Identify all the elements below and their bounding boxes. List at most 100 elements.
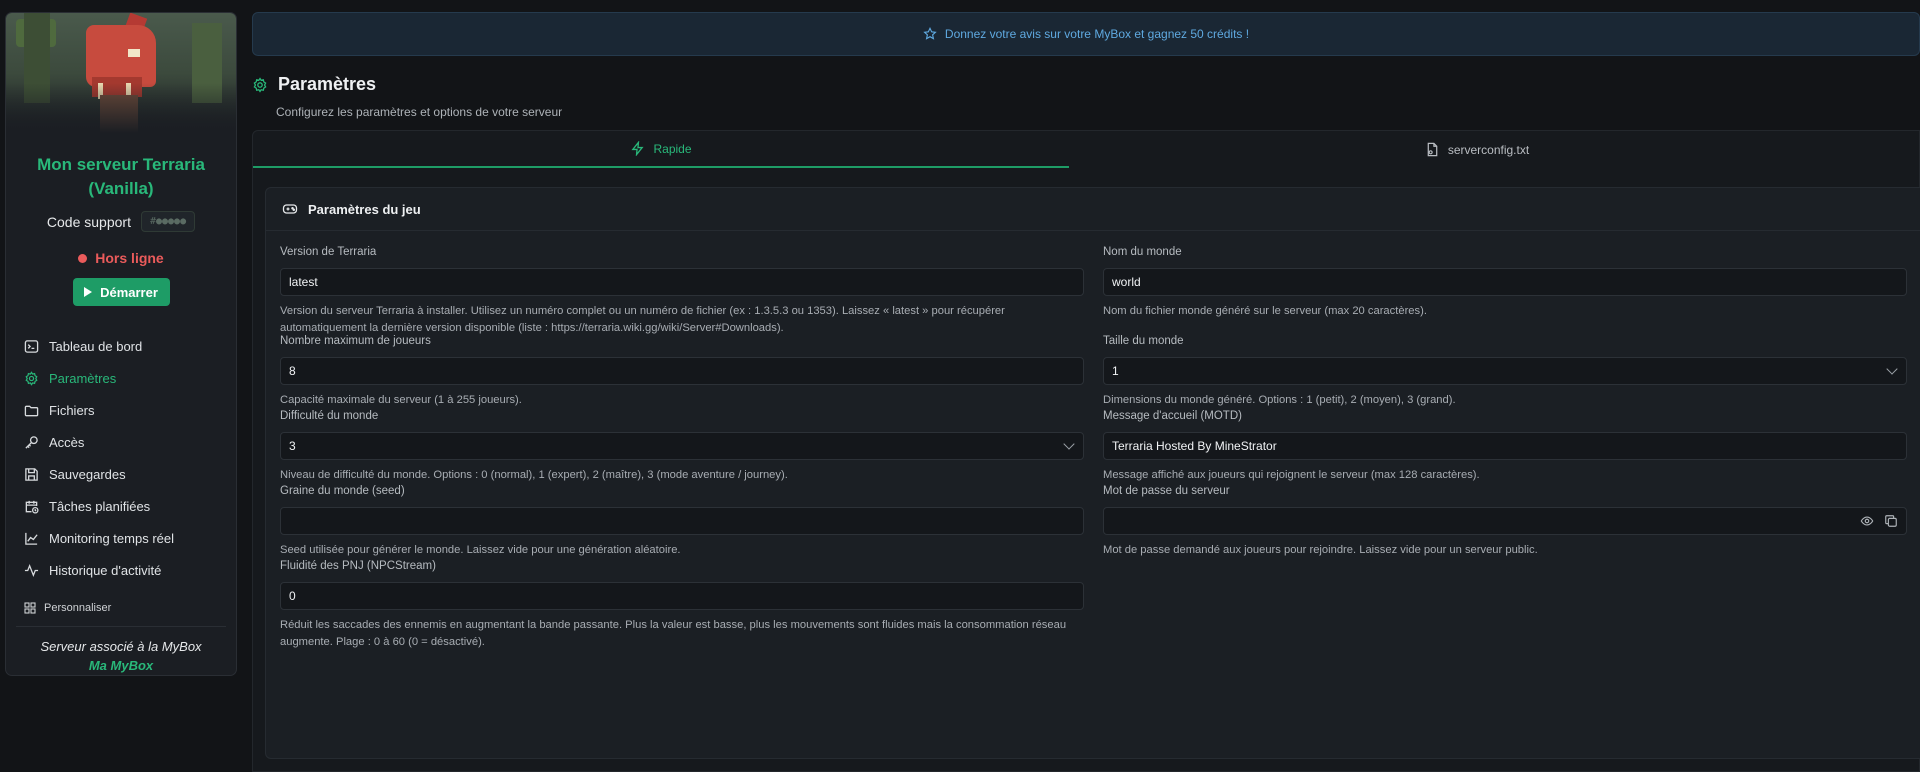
sidebar-item-monitoring[interactable]: Monitoring temps réel: [24, 522, 236, 554]
select-value: 1: [1112, 364, 1119, 378]
sidebar-divider: [16, 626, 226, 627]
tab-label: serverconfig.txt: [1447, 142, 1530, 157]
gamepad-icon: [282, 204, 298, 214]
password-actions: [1860, 514, 1898, 528]
field-label: Message d'accueil (MOTD): [1103, 410, 1242, 422]
lightning-icon: [631, 141, 645, 156]
sidebar-item-files[interactable]: Fichiers: [24, 394, 236, 426]
sidebar-item-label: Sauvegardes: [49, 466, 126, 482]
settings-tabs: Rapide serverconfig.txt: [253, 131, 1919, 168]
input-value: 0: [289, 589, 296, 603]
input-value: 8: [289, 364, 296, 378]
sidebar-item-label: Monitoring temps réel: [49, 530, 174, 546]
start-server-label: Démarrer: [100, 284, 158, 300]
sidebar-item-label: Tâches planifiées: [49, 498, 151, 514]
sidebar-item-label: Accès: [49, 434, 85, 450]
personalize-button[interactable]: Personnaliser: [6, 602, 236, 614]
page-subtitle: Configurez les paramètres et options de …: [276, 105, 563, 119]
sidebar: Mon serveur Terraria (Vanilla) Code supp…: [5, 12, 237, 676]
terraria-version-field: Version de Terraria latest Version du se…: [280, 246, 1084, 337]
terraria-version-input[interactable]: latest: [280, 268, 1084, 296]
play-icon: [84, 287, 93, 297]
copy-icon[interactable]: [1884, 514, 1898, 528]
eye-icon[interactable]: [1860, 514, 1874, 528]
feedback-banner-text: Donnez votre avis sur votre MyBox et gag…: [944, 27, 1250, 41]
calendar-clock-icon: [25, 500, 39, 514]
password-input[interactable]: [1103, 507, 1907, 535]
sidebar-item-activity-history[interactable]: Historique d'activité: [24, 554, 236, 586]
status-text: Hors ligne: [95, 250, 164, 266]
sidebar-item-dashboard[interactable]: Tableau de bord: [24, 330, 236, 362]
support-code-value[interactable]: #●●●●●: [140, 211, 196, 232]
field-help: Niveau de difficulté du monde. Options :…: [280, 469, 788, 481]
motd-input[interactable]: Terraria Hosted By MineStrator: [1103, 432, 1907, 460]
page-header: Paramètres Configurez les paramètres et …: [252, 74, 562, 119]
seed-input[interactable]: [280, 507, 1084, 535]
field-help: Dimensions du monde généré. Options : 1 …: [1103, 394, 1456, 406]
chevron-down-icon: [1886, 363, 1898, 375]
chevron-down-icon: [1063, 438, 1075, 450]
game-settings-section: Paramètres du jeu Version de Terraria la…: [265, 187, 1920, 759]
world-size-select[interactable]: 1: [1103, 357, 1907, 385]
feedback-banner[interactable]: Donnez votre avis sur votre MyBox et gag…: [252, 12, 1920, 56]
grid-icon: [24, 602, 36, 614]
page-title: Paramètres: [278, 74, 377, 94]
tab-label: Rapide: [653, 141, 692, 156]
field-help: Message affiché aux joueurs qui rejoigne…: [1103, 469, 1480, 481]
input-value: Terraria Hosted By MineStrator: [1112, 439, 1277, 453]
world-name-input[interactable]: world: [1103, 268, 1907, 296]
folder-icon: [24, 405, 39, 416]
sidebar-item-backups[interactable]: Sauvegardes: [24, 458, 236, 490]
sidebar-item-label: Historique d'activité: [49, 562, 162, 578]
tab-serverconfig[interactable]: serverconfig.txt: [1069, 131, 1885, 168]
gear-icon: [253, 76, 267, 93]
field-help: Nom du fichier monde généré sur le serve…: [1103, 305, 1427, 317]
star-icon: [923, 27, 937, 40]
tab-quick[interactable]: Rapide: [253, 131, 1069, 168]
sidebar-item-label: Fichiers: [49, 402, 95, 418]
server-status: Hors ligne: [6, 250, 236, 266]
start-server-button[interactable]: Démarrer: [72, 278, 170, 306]
world-size-field: Taille du monde 1 Dimensions du monde gé…: [1103, 335, 1907, 409]
support-code-label: Code support: [46, 213, 131, 230]
field-help: Réduit les saccades des ennemis en augme…: [280, 619, 1067, 648]
section-title: Paramètres du jeu: [308, 201, 421, 217]
sidebar-nav: Tableau de bord Paramètres Fichiers Accè…: [6, 330, 236, 586]
motd-field: Message d'accueil (MOTD) Terraria Hosted…: [1103, 410, 1907, 484]
select-value: 3: [289, 439, 296, 453]
field-help: Mot de passe demandé aux joueurs pour re…: [1103, 544, 1538, 556]
activity-icon: [24, 563, 39, 577]
max-players-field: Nombre maximum de joueurs 8 Capacité max…: [280, 335, 1084, 409]
server-banner-image: [6, 13, 236, 133]
server-name: Mon serveur Terraria (Vanilla): [37, 155, 205, 198]
mybox-link[interactable]: Ma MyBox: [6, 658, 236, 673]
sidebar-item-access[interactable]: Accès: [24, 426, 236, 458]
input-value: world: [1112, 275, 1141, 289]
sidebar-item-label: Tableau de bord: [49, 338, 143, 354]
file-code-icon: [1427, 142, 1438, 157]
field-help: Capacité maximale du serveur (1 à 255 jo…: [280, 394, 522, 406]
difficulty-select[interactable]: 3: [280, 432, 1084, 460]
settings-panel: Rapide serverconfig.txt Paramètres du je…: [252, 130, 1920, 772]
terminal-icon: [24, 339, 39, 353]
field-help: Version du serveur Terraria à installer.…: [280, 305, 1005, 334]
support-code-row: Code support #●●●●●: [6, 211, 236, 232]
gear-icon: [25, 370, 38, 386]
field-label: Nom du monde: [1103, 246, 1182, 258]
status-dot-icon: [78, 253, 88, 263]
sidebar-item-scheduled-tasks[interactable]: Tâches planifiées: [24, 490, 236, 522]
mybox-association-text: Serveur associé à la MyBox: [40, 639, 202, 654]
field-label: Fluidité des PNJ (NPCStream): [280, 560, 436, 572]
field-label: Taille du monde: [1103, 335, 1184, 347]
sidebar-item-settings[interactable]: Paramètres: [24, 362, 236, 394]
sidebar-item-label: Paramètres: [49, 370, 117, 386]
npc-stream-field: Fluidité des PNJ (NPCStream) 0 Réduit le…: [280, 560, 1084, 651]
personalize-label: Personnaliser: [44, 602, 112, 614]
npc-stream-input[interactable]: 0: [280, 582, 1084, 610]
key-icon: [25, 435, 38, 449]
max-players-input[interactable]: 8: [280, 357, 1084, 385]
section-header: Paramètres du jeu: [266, 188, 1920, 231]
input-value: latest: [289, 275, 318, 289]
difficulty-field: Difficulté du monde 3 Niveau de difficul…: [280, 410, 1084, 484]
field-label: Mot de passe du serveur: [1103, 485, 1230, 497]
